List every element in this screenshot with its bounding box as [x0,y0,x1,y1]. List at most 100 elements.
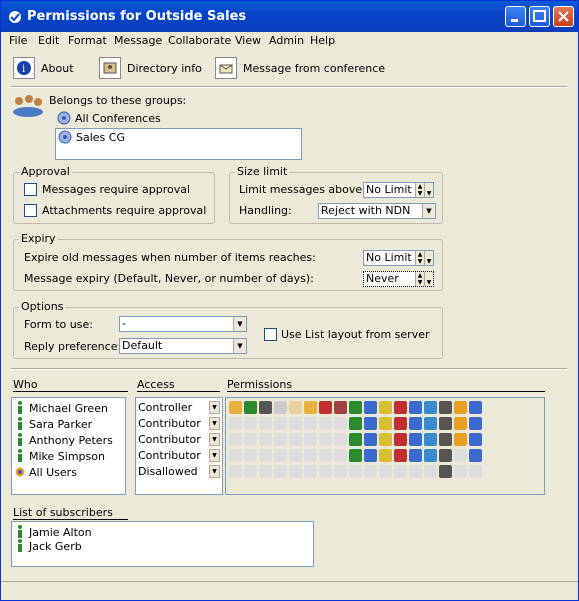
about-button[interactable]: i About [13,56,74,80]
trash-icon[interactable] [259,417,272,430]
dropdown-arrow[interactable]: ▼ [424,183,433,197]
document-icon[interactable] [439,433,452,446]
menu-message[interactable]: Message [114,34,162,47]
write-icon[interactable] [289,465,302,478]
cross-icon[interactable] [319,417,332,430]
check-icon[interactable] [334,401,347,414]
document-icon[interactable] [439,465,452,478]
group-icon[interactable] [424,449,437,462]
cross-icon[interactable] [319,433,332,446]
access-select[interactable]: Contributor ▼ [136,448,220,464]
user-icon[interactable] [244,433,257,446]
search-icon[interactable] [379,433,392,446]
permission-icons-row[interactable] [229,433,482,446]
group-icon[interactable] [424,465,437,478]
trash-icon[interactable] [259,465,272,478]
who-row[interactable]: Michael Green [15,400,108,416]
group-icon[interactable] [424,401,437,414]
edit-icon[interactable] [229,465,242,478]
link-icon[interactable] [409,401,422,414]
forward-icon[interactable] [394,401,407,414]
menu-edit[interactable]: Edit [38,34,59,47]
trash-icon[interactable] [259,433,272,446]
list-layout-checkbox[interactable] [264,328,277,341]
subscribers-list[interactable]: Jamie Alton Jack Gerb [11,521,314,567]
access-select[interactable]: Contributor ▼ [136,416,220,432]
reply-select[interactable]: Default ▼ [119,338,247,354]
write-icon[interactable] [289,401,302,414]
tree-icon[interactable] [469,417,482,430]
directory-info-button[interactable]: Directory info [99,56,202,80]
cross-icon[interactable] [319,401,332,414]
trash-icon[interactable] [259,401,272,414]
write-icon[interactable] [289,417,302,430]
tree-icon[interactable] [469,401,482,414]
close-button[interactable] [553,6,574,27]
link-icon[interactable] [409,417,422,430]
list-icon[interactable] [364,433,377,446]
copy-icon[interactable] [274,433,287,446]
search-icon[interactable] [379,417,392,430]
document-icon[interactable] [439,417,452,430]
copy-icon[interactable] [274,417,287,430]
limit-spinner[interactable]: No Limit ▲ ▼ ▼ [363,182,434,198]
search-icon[interactable] [379,449,392,462]
delete-user-icon[interactable] [349,449,362,462]
permission-icons-row[interactable] [229,465,482,478]
pen-icon[interactable] [304,449,317,462]
attachments-approval-checkbox[interactable] [24,204,37,217]
document-icon[interactable] [439,401,452,414]
list-icon[interactable] [364,417,377,430]
cross-icon[interactable] [319,465,332,478]
delete-user-icon[interactable] [349,433,362,446]
permission-icons-row[interactable] [229,417,482,430]
chevron-down-icon[interactable]: ▼ [209,465,220,478]
chevron-down-icon[interactable]: ▼ [209,401,220,414]
access-list[interactable]: Controller ▼ Contributor ▼ Contributor ▼ Co… [135,397,223,495]
copy-icon[interactable] [274,465,287,478]
who-row[interactable]: Mike Simpson [15,448,105,464]
dropdown-arrow[interactable]: ▼ [424,251,433,265]
edit-icon[interactable] [229,401,242,414]
access-select[interactable]: Disallowed ▼ [136,464,220,480]
expire-items-spinner[interactable]: No Limit ▲ ▼ ▼ [363,250,434,266]
group-icon[interactable] [424,417,437,430]
pen-icon[interactable] [304,465,317,478]
handling-select[interactable]: Reject with NDN ▼ [318,203,436,219]
key-icon[interactable] [454,433,467,446]
write-icon[interactable] [289,449,302,462]
cross-icon[interactable] [319,449,332,462]
permission-icons-row[interactable] [229,449,482,462]
delete-user-icon[interactable] [349,417,362,430]
chevron-down-icon[interactable]: ▼ [209,433,220,446]
messages-approval-checkbox[interactable] [24,183,37,196]
copy-icon[interactable] [274,401,287,414]
group-icon[interactable] [424,433,437,446]
who-row[interactable]: Sara Parker [15,416,92,432]
check-icon[interactable] [334,449,347,462]
menu-view[interactable]: View [235,34,261,47]
trash-icon[interactable] [259,449,272,462]
title-bar[interactable]: Permissions for Outside Sales [1,1,578,32]
list-icon[interactable] [364,401,377,414]
key-icon[interactable] [454,449,467,462]
forward-icon[interactable] [394,465,407,478]
link-icon[interactable] [409,433,422,446]
forward-icon[interactable] [394,417,407,430]
menu-collaborate[interactable]: Collaborate [168,34,231,47]
group-sales-cg[interactable]: Sales CG [58,129,125,145]
who-list[interactable]: Michael Green Sara Parker Anthony Peters… [11,397,126,495]
edit-icon[interactable] [229,433,242,446]
maximize-button[interactable] [529,6,550,27]
key-icon[interactable] [454,465,467,478]
list-icon[interactable] [364,449,377,462]
menu-format[interactable]: Format [68,34,107,47]
list-icon[interactable] [364,465,377,478]
forward-icon[interactable] [394,433,407,446]
pen-icon[interactable] [304,401,317,414]
edit-icon[interactable] [229,417,242,430]
spin-arrows[interactable]: ▲ ▼ [415,183,424,197]
message-from-conference-button[interactable]: Message from conference [215,56,385,80]
form-select[interactable]: - ▼ [119,316,247,332]
group-all-conferences[interactable]: All Conferences [57,110,161,126]
